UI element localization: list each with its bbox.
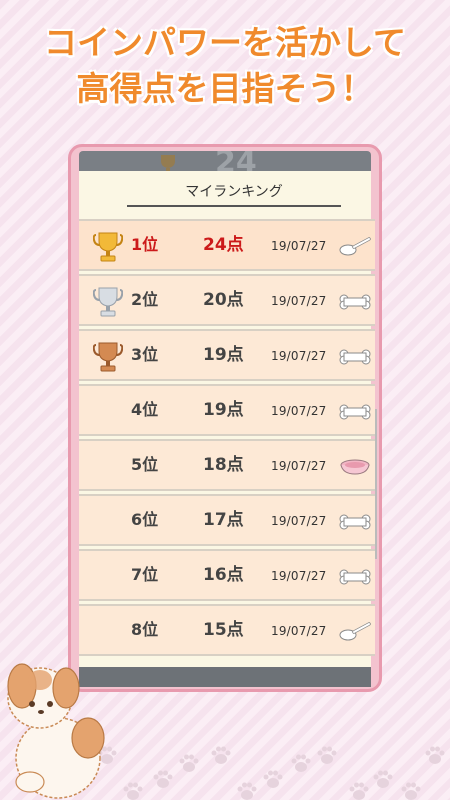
bronze-trophy-icon [92, 341, 124, 373]
gold-trophy-icon [92, 231, 124, 263]
promo-line-1: コインパワーを活かして [43, 23, 406, 62]
rank-label: 5位 [131, 455, 159, 474]
paw-print-icon [122, 780, 144, 800]
promo-line-2: 高得点を目指そう！ [76, 69, 374, 108]
paw-print-icon [348, 780, 370, 800]
phone-frame: 24 マイランキング 1位 24点 19/07/27 2位 20点 19/07/27 3位 1… [68, 144, 382, 692]
score-date: 19/07/27 [271, 294, 327, 308]
bone-icon [339, 512, 371, 532]
ranking-row[interactable]: 4位 19点 19/07/27 [79, 384, 375, 436]
bone-icon [339, 292, 371, 312]
ranking-row[interactable]: 6位 17点 19/07/27 [79, 494, 375, 546]
paw-print-icon [424, 744, 446, 766]
score-value: 20点 [203, 290, 244, 310]
ranking-row[interactable]: 2位 20点 19/07/27 [79, 274, 375, 326]
bone-icon [339, 347, 371, 367]
spoon-icon [339, 622, 371, 642]
score-value: 24点 [203, 235, 244, 255]
score-date: 19/07/27 [271, 569, 327, 583]
score-value: 19点 [203, 400, 244, 420]
score-date: 19/07/27 [271, 239, 327, 253]
game-footer [79, 667, 371, 687]
spoon-icon [339, 237, 371, 257]
score-date: 19/07/27 [271, 624, 327, 638]
promo-headline: コインパワーを活かして 高得点を目指そう！ [0, 20, 450, 112]
score-value: 17点 [203, 510, 244, 530]
ranking-title: マイランキング [127, 179, 341, 207]
score-value: 18点 [203, 455, 244, 475]
ranking-row[interactable]: 8位 15点 19/07/27 [79, 604, 375, 656]
dog-illustration [7, 663, 105, 799]
paw-print-icon [372, 768, 394, 790]
ranking-row[interactable]: 5位 18点 19/07/27 [79, 439, 375, 491]
rank-label: 2位 [131, 290, 159, 309]
ranking-row[interactable]: 3位 19点 19/07/27 [79, 329, 375, 381]
ranking-row[interactable]: 7位 16点 19/07/27 [79, 549, 375, 601]
rank-label: 3位 [131, 345, 159, 364]
score-value: 19点 [203, 345, 244, 365]
rank-label: 6位 [131, 510, 159, 529]
score-date: 19/07/27 [271, 349, 327, 363]
rank-label: 8位 [131, 620, 159, 639]
ranking-list[interactable]: 1位 24点 19/07/27 2位 20点 19/07/27 3位 19点 19/07/27 4… [79, 217, 375, 667]
ranking-panel: マイランキング 1位 24点 19/07/27 2位 20点 19/07/27 3位 19点 1… [79, 171, 377, 667]
paw-print-icon [236, 780, 258, 800]
paw-print-icon [152, 768, 174, 790]
score-date: 19/07/27 [271, 404, 327, 418]
paw-print-icon [178, 752, 200, 774]
score-date: 19/07/27 [271, 459, 327, 473]
score-value: 16点 [203, 565, 244, 585]
silver-trophy-icon [92, 286, 124, 318]
rank-label: 1位 [131, 235, 159, 254]
rank-label: 7位 [131, 565, 159, 584]
score-value: 15点 [203, 620, 244, 640]
paw-print-icon [400, 780, 422, 800]
paw-print-icon [290, 752, 312, 774]
bowl-icon [339, 457, 371, 477]
bone-icon [339, 402, 371, 422]
paw-print-icon [210, 744, 232, 766]
score-date: 19/07/27 [271, 514, 327, 528]
paw-print-icon [316, 744, 338, 766]
scrollbar[interactable] [375, 409, 377, 559]
ranking-row[interactable]: 1位 24点 19/07/27 [79, 219, 375, 271]
paw-print-icon [262, 768, 284, 790]
bone-icon [339, 567, 371, 587]
rank-label: 4位 [131, 400, 159, 419]
